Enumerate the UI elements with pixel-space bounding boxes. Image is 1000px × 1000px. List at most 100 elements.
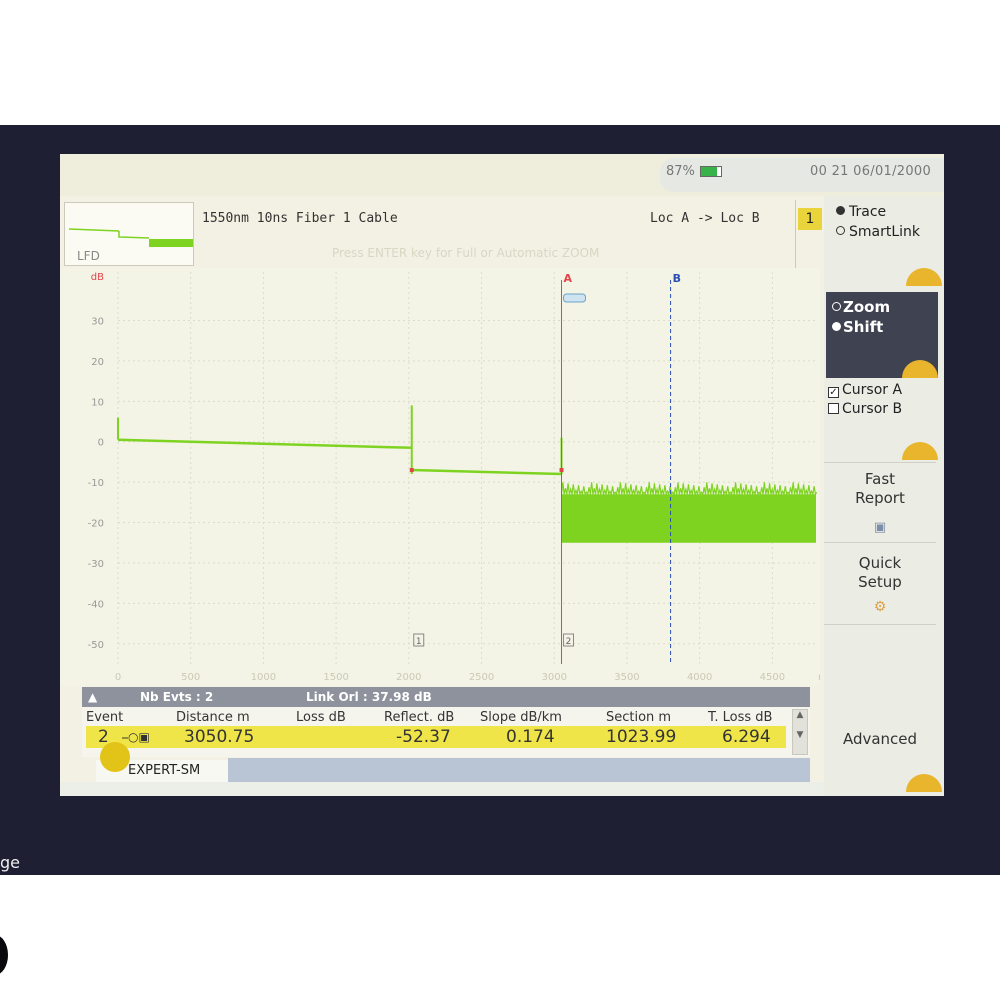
noise-spikes: [560, 482, 818, 497]
y-tick-label: -10: [88, 478, 104, 489]
zoom-shift-box[interactable]: Zoom Shift: [826, 292, 938, 378]
cursor-b-checkbox[interactable]: Cursor B: [828, 401, 902, 417]
status-bar: 87% 00 21 06/01/2000: [60, 154, 944, 196]
col-header-slope: Slope dB/km: [480, 710, 562, 725]
connector-icon: ⎯○▣: [122, 730, 150, 744]
cell-section: 1023.99: [606, 727, 677, 747]
y-tick-label: 0: [98, 438, 104, 449]
table-row[interactable]: 2 ⎯○▣ 3050.75 -52.37 0.174 1023.99 6.294: [86, 726, 786, 748]
events-table: Event Distance m Loss dB Reflect. dB Slo…: [82, 707, 810, 757]
smartlink-option[interactable]: SmartLink: [836, 224, 920, 240]
x-tick-label: 2500: [469, 672, 494, 683]
events-summary-bar: ▲ Nb Evts : 2 Link Orl : 37.98 dB: [82, 687, 810, 707]
bottom-strip: [60, 782, 824, 796]
zoom-option[interactable]: Zoom: [832, 298, 890, 316]
acquisition-params: 1550nm 10ns Fiber 1 Cable: [202, 211, 398, 226]
fast-report-button[interactable]: Fast Report: [824, 470, 936, 508]
table-scrollbar[interactable]: ▲ ▼: [792, 709, 808, 755]
otdr-screen: 87% 00 21 06/01/2000 LFD 1550nm 10ns Fib…: [60, 154, 944, 796]
col-header-event: Event: [86, 710, 124, 725]
trace-overview-thumbnail[interactable]: LFD: [64, 202, 194, 266]
col-header-tloss: T. Loss dB: [708, 710, 773, 725]
y-tick-label: -50: [88, 640, 104, 651]
trace-label: Trace: [849, 204, 887, 220]
zoom-hint: Press ENTER key for Full or Automatic ZO…: [332, 246, 600, 260]
cell-reflect: -52.37: [396, 727, 451, 747]
cursor-label-a[interactable]: A: [564, 272, 573, 285]
x-tick-label: 1500: [323, 672, 348, 683]
radio-off-icon: [836, 226, 845, 235]
x-tick-label: 500: [181, 672, 200, 683]
collapse-icon[interactable]: ▲: [88, 690, 97, 704]
y-axis-label: dB: [91, 272, 104, 283]
location-label: Loc A -> Loc B: [650, 211, 760, 226]
right-panel: Trace SmartLink Zoom Shift ✓ Cursor A Cur…: [824, 196, 944, 796]
battery-icon: [700, 166, 722, 177]
x-tick-label: 4500: [760, 672, 785, 683]
x-tick-label: 4000: [687, 672, 712, 683]
y-tick-label: 30: [91, 316, 104, 327]
x-tick-label: 0: [115, 672, 121, 683]
zoom-label: Zoom: [843, 298, 891, 316]
check-icon: ✓: [828, 387, 839, 398]
x-axis-unit: m: [818, 672, 820, 683]
y-tick-label: -20: [88, 519, 104, 530]
page-number-badge[interactable]: 1: [798, 208, 822, 230]
divider: [824, 542, 936, 543]
divider: [824, 624, 936, 625]
cell-slope: 0.174: [506, 727, 555, 747]
col-header-distance: Distance m: [176, 710, 250, 725]
cell-tloss: 6.294: [722, 727, 771, 747]
advanced-button[interactable]: Advanced: [824, 730, 936, 749]
x-tick-label: 2000: [396, 672, 421, 683]
col-header-loss: Loss dB: [296, 710, 346, 725]
x-tick-label: 1000: [251, 672, 276, 683]
x-tick-label: 3500: [614, 672, 639, 683]
clock: 00 21 06/01/2000: [810, 164, 932, 179]
col-header-section: Section m: [606, 710, 672, 725]
bezel-side-label: ge: [0, 853, 20, 872]
y-tick-label: -30: [88, 559, 104, 570]
cursor-b-label: Cursor B: [842, 401, 903, 417]
chevron-up-icon[interactable]: [906, 268, 942, 286]
unchecked-icon: [828, 403, 839, 414]
link-orl: Link Orl : 37.98 dB: [306, 690, 432, 704]
cursor-label-b[interactable]: B: [673, 272, 681, 285]
connector-icon: [563, 293, 587, 303]
chevron-up-icon[interactable]: [906, 774, 942, 792]
col-header-reflect: Reflect. dB: [384, 710, 455, 725]
y-tick-label: -40: [88, 599, 104, 610]
chevron-up-icon[interactable]: [902, 360, 938, 378]
battery-level: 87%: [666, 164, 695, 179]
header-divider: [795, 200, 796, 270]
smartlink-label: SmartLink: [849, 224, 921, 240]
nb-events: Nb Evts : 2: [140, 690, 214, 704]
shift-option[interactable]: Shift: [832, 318, 883, 336]
cursor-a-checkbox[interactable]: ✓ Cursor A: [828, 382, 902, 398]
bezel-knob: [0, 935, 8, 975]
trace-option[interactable]: Trace: [836, 204, 886, 220]
divider: [824, 462, 936, 463]
event-number-label: 2: [566, 637, 572, 647]
overview-label: LFD: [77, 249, 100, 263]
trace-svg: 0 500 1000 1500 2000 2500 3000 3500 4000 45003020…: [88, 272, 820, 683]
trace-segment: [117, 438, 412, 450]
cursor-a-label: Cursor A: [842, 382, 903, 398]
chevron-up-icon[interactable]: [902, 442, 938, 460]
event-marker[interactable]: [409, 468, 414, 473]
shift-label: Shift: [843, 318, 884, 336]
trace-segment: [411, 468, 562, 476]
wrench-icon: ⚙: [873, 599, 887, 615]
x-tick-label: 3000: [542, 672, 567, 683]
event-number-label: 1: [416, 637, 422, 647]
touch-marker: [100, 742, 130, 772]
y-tick-label: 20: [91, 357, 104, 368]
trace-graph[interactable]: 0 500 1000 1500 2000 2500 3000 3500 4000 4500 30 20…: [60, 268, 820, 686]
cell-distance: 3050.75: [184, 727, 255, 747]
quick-setup-button[interactable]: Quick Setup: [824, 554, 936, 592]
noise-floor: [561, 494, 816, 543]
y-tick-label: 10: [91, 397, 104, 408]
radio-on-icon: [836, 206, 845, 215]
radio-off-icon: [832, 302, 841, 311]
report-icon: ▣: [873, 520, 887, 535]
